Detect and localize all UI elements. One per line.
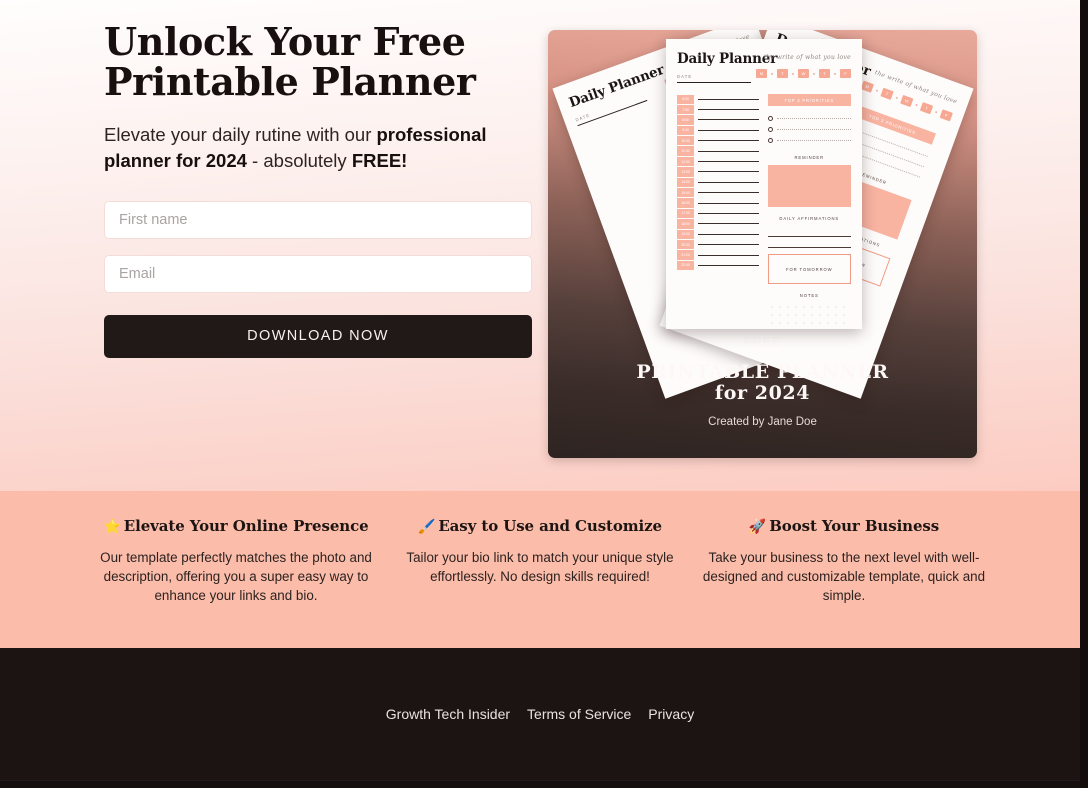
- affirmation-lines: [767, 226, 851, 248]
- time-slot: 21:00: [677, 250, 694, 260]
- first-name-input[interactable]: [104, 200, 532, 239]
- time-slot: 10:00: [677, 136, 694, 146]
- chip-dot: [813, 72, 815, 75]
- feature-body: Take your business to the next level wit…: [702, 550, 986, 604]
- checkbox-icon: [767, 138, 773, 143]
- notes-dot-grid: [767, 303, 851, 329]
- caption-free: FREE: [743, 335, 782, 349]
- planner-preview-card: Daily Planner the write of what you love…: [548, 30, 977, 458]
- feature-body: Our template perfectly matches the photo…: [100, 550, 372, 604]
- feature-heading: ⭐ Elevate Your Online Presence: [94, 517, 378, 535]
- footer-link-growth-tech-insider[interactable]: Growth Tech Insider: [386, 706, 510, 722]
- page-title: Unlock Your Free Printable Planner: [104, 19, 476, 104]
- day-chip: T: [819, 69, 830, 78]
- feature-body: Tailor your bio link to match your uniqu…: [406, 550, 674, 585]
- planner-sheet-center: Daily Planner the write of what you love…: [666, 39, 862, 329]
- time-slot: 15:00: [677, 188, 694, 198]
- taskbar-sliver: [0, 780, 1080, 788]
- day-chip: T: [919, 102, 934, 115]
- time-slot: 20:00: [677, 239, 694, 250]
- star-icon: ⭐: [103, 519, 121, 535]
- reminder-box: [767, 165, 851, 207]
- hero-copy-column: Unlock Your Free Printable Planner Eleva…: [104, 22, 534, 358]
- subtitle-text-2: - absolutely: [246, 150, 352, 172]
- rocket-icon: 🚀: [748, 519, 767, 535]
- sheet-date-label: DATE: [677, 74, 751, 83]
- features-section: ⭐ Elevate Your Online Presence Our templa…: [0, 491, 1080, 648]
- feature-heading: 🚀 Boost Your Business: [702, 517, 986, 535]
- window-edge-strip: [1080, 0, 1088, 788]
- time-slot: 13:00: [677, 167, 694, 177]
- sheet-script-line: the write of what you love: [763, 54, 851, 61]
- footer-link-terms-of-service[interactable]: Terms of Service: [527, 706, 631, 722]
- day-chip: T: [880, 87, 894, 100]
- time-slot: 18:00: [677, 219, 694, 229]
- footer-link-privacy[interactable]: Privacy: [648, 706, 694, 722]
- priorities-checklist: [767, 113, 851, 146]
- time-slot: 16:00: [677, 198, 694, 208]
- chip-dot: [935, 110, 938, 114]
- time-slot: 17:00: [677, 208, 694, 219]
- download-now-button[interactable]: DOWNLOAD NOW: [104, 314, 532, 358]
- notes-label: NOTES: [799, 293, 819, 298]
- chip-dot: [771, 72, 773, 75]
- time-slot: 19:00: [677, 229, 694, 239]
- priorities-band: TOP 3 PRIORITIES: [767, 94, 851, 106]
- email-input[interactable]: [104, 254, 532, 293]
- day-chip: W: [900, 94, 914, 108]
- feature-card-boost-business: 🚀 Boost Your Business Take your business …: [692, 517, 996, 605]
- time-slot: 8:00: [677, 115, 694, 125]
- sheet-notes-column: TOP 3 PRIORITIES REMINDER DAILY AFFIRMAT…: [767, 94, 851, 329]
- day-chip: F: [939, 109, 953, 122]
- feature-heading-text: Elevate Your Online Presence: [123, 517, 369, 535]
- feature-card-online-presence: ⭐ Elevate Your Online Presence Our templa…: [84, 517, 388, 605]
- day-chip: T: [777, 69, 788, 78]
- time-slot: 11:00: [677, 146, 694, 156]
- feature-heading-text: Boost Your Business: [769, 517, 940, 535]
- checkbox-icon: [767, 116, 773, 121]
- hero-subtitle: Elevate your daily rutine with our profe…: [104, 122, 534, 175]
- time-slot: 22:00: [677, 260, 694, 271]
- sheet-day-chips: M T W T F: [756, 69, 851, 78]
- time-slot: 14:00: [677, 177, 694, 188]
- day-chip: F: [840, 69, 851, 78]
- site-footer: Growth Tech Insider Terms of Service Pri…: [0, 648, 1080, 780]
- reminder-label: REMINDER: [794, 155, 825, 160]
- chip-dot: [834, 72, 836, 75]
- chip-dot: [875, 88, 879, 92]
- checkbox-icon: [767, 127, 773, 132]
- sheet-schedule-column: 6:00 7:00 8:00 9:00 10:00 11:00 12:00 13…: [677, 94, 759, 329]
- chip-dot: [895, 96, 899, 99]
- subtitle-text-1: Elevate your daily rutine with our: [104, 124, 377, 146]
- signup-form: DOWNLOAD NOW: [104, 200, 534, 358]
- caption-title: PRINTABLE PLANNER for 2024: [636, 361, 889, 405]
- subtitle-bold-2: FREE!: [351, 150, 408, 172]
- day-chip: M: [860, 80, 875, 93]
- for-tomorrow-box: FOR TOMORROW: [767, 254, 851, 284]
- time-slot: 9:00: [677, 125, 694, 136]
- day-chip: M: [756, 69, 767, 78]
- feature-heading: 🖌️ Easy to Use and Customize: [398, 517, 682, 535]
- chip-dot: [915, 103, 918, 106]
- time-slot: 12:00: [677, 156, 694, 167]
- card-caption: FREE PRINTABLE PLANNER for 2024 Created …: [548, 335, 977, 428]
- day-chip: W: [798, 69, 809, 78]
- feature-heading-text: Easy to Use and Customize: [438, 517, 663, 535]
- caption-author: Created by Jane Doe: [708, 415, 817, 428]
- time-slot: 6:00: [677, 94, 694, 104]
- time-slot: 7:00: [677, 104, 694, 115]
- paintbrush-icon: 🖌️: [417, 519, 436, 535]
- chip-dot: [792, 72, 794, 75]
- affirmations-label: DAILY AFFIRMATIONS: [779, 216, 840, 221]
- landing-page: Unlock Your Free Printable Planner Eleva…: [0, 0, 1080, 788]
- feature-card-easy-customize: 🖌️ Easy to Use and Customize Tailor your …: [388, 517, 692, 605]
- hero-section: Unlock Your Free Printable Planner Eleva…: [0, 0, 1080, 491]
